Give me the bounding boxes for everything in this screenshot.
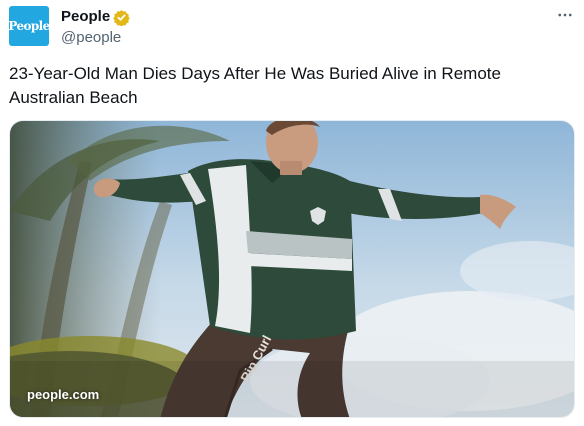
tweet-text: 23-Year-Old Man Dies Days After He Was B… <box>9 64 501 107</box>
avatar[interactable]: People <box>8 6 50 46</box>
more-horizontal-icon <box>558 13 572 17</box>
author-name-row: People <box>61 7 130 27</box>
display-name[interactable]: People <box>61 7 110 27</box>
media-photo[interactable]: Rip Curl people.com <box>9 120 575 418</box>
card-domain-label: people.com <box>27 387 100 402</box>
verified-badge-icon <box>113 9 130 27</box>
photo-man-surfing-pose: Rip Curl <box>10 121 574 417</box>
more-options-button[interactable] <box>554 4 576 26</box>
tweet: People People @people 23-Year-Old Man Di… <box>0 0 584 426</box>
author-handle[interactable]: @people <box>61 28 121 48</box>
avatar-logo-text: People <box>8 19 50 33</box>
